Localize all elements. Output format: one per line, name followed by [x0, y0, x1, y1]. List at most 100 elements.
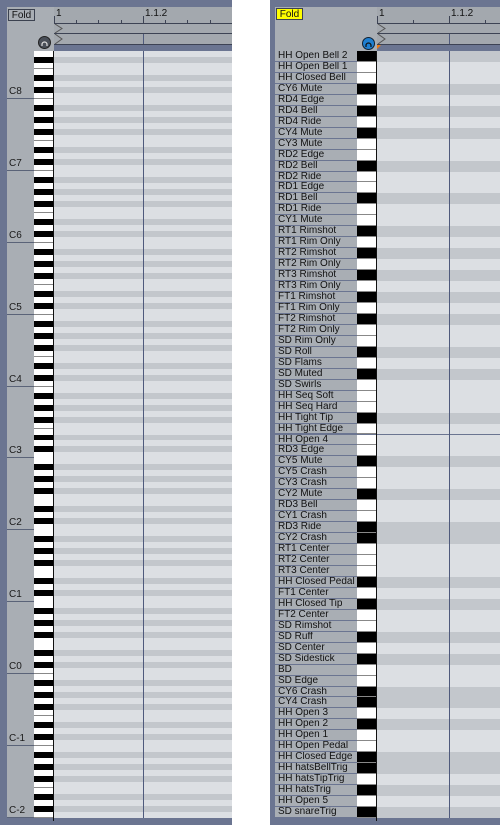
drum-name-label[interactable]: HH Closed Pedal	[275, 576, 357, 588]
note-lane[interactable]	[377, 379, 500, 391]
note-lane[interactable]	[377, 533, 500, 545]
note-lane[interactable]	[377, 511, 500, 523]
note-lane[interactable]	[377, 478, 500, 490]
piano-key-black[interactable]	[357, 368, 376, 380]
note-lane[interactable]	[377, 522, 500, 534]
drum-name-label[interactable]: CY2 Mute	[275, 489, 357, 501]
piano-key-white[interactable]	[357, 259, 376, 271]
piano-key-black[interactable]	[357, 653, 376, 665]
note-lane[interactable]	[377, 489, 500, 501]
note-lane[interactable]	[377, 215, 500, 227]
note-lane[interactable]	[377, 752, 500, 764]
loop-brace-row[interactable]	[377, 24, 500, 34]
drum-name-label[interactable]: RT3 Rimshot	[275, 270, 357, 282]
note-lane[interactable]	[377, 237, 500, 249]
piano-key-black[interactable]	[357, 686, 376, 698]
drum-name-label[interactable]: CY3 Crash	[275, 478, 357, 490]
note-lane[interactable]	[377, 807, 500, 818]
note-lane[interactable]	[377, 708, 500, 720]
note-lane[interactable]	[377, 730, 500, 742]
piano-key-white[interactable]	[357, 741, 376, 753]
drum-name-label[interactable]: RD4 Bell	[275, 105, 357, 117]
loop-brace-row[interactable]	[54, 24, 232, 34]
note-lane[interactable]	[377, 653, 500, 665]
note-lane[interactable]	[377, 675, 500, 687]
note-lane[interactable]	[377, 160, 500, 172]
piano-key-white[interactable]	[357, 467, 376, 479]
note-lane[interactable]	[377, 609, 500, 621]
drum-name-label[interactable]: BD	[275, 664, 357, 676]
drum-name-label[interactable]: HH Open 5	[275, 796, 357, 808]
note-lane[interactable]	[377, 51, 500, 62]
drum-name-label[interactable]: FT1 Rimshot	[275, 292, 357, 303]
piano-key-white[interactable]	[357, 478, 376, 490]
note-lane[interactable]	[377, 127, 500, 139]
drum-name-label[interactable]: SD Sidestick	[275, 653, 357, 665]
drum-name-label[interactable]: HH Open 4	[275, 434, 357, 446]
piano-key-black[interactable]	[357, 807, 376, 818]
piano-key-white[interactable]	[357, 544, 376, 556]
drum-name-label[interactable]: FT2 Rimshot	[275, 313, 357, 325]
note-lane[interactable]	[377, 642, 500, 654]
piano-key-white[interactable]	[357, 303, 376, 314]
note-lane[interactable]	[377, 500, 500, 512]
piano-key-black[interactable]	[357, 719, 376, 731]
piano-key-white[interactable]	[357, 237, 376, 249]
note-lane[interactable]	[377, 544, 500, 556]
piano-key-black[interactable]	[357, 127, 376, 139]
drum-name-label[interactable]: RD2 Bell	[275, 160, 357, 172]
piano-key-white[interactable]	[357, 565, 376, 577]
note-lane[interactable]	[377, 763, 500, 775]
note-lane[interactable]	[377, 467, 500, 479]
note-lane[interactable]	[377, 697, 500, 709]
drum-name-label[interactable]: RT3 Rim Only	[275, 281, 357, 293]
piano-key-black[interactable]	[357, 248, 376, 260]
drum-name-label[interactable]: HH Open 3	[275, 708, 357, 720]
start-marker-row[interactable]	[54, 34, 232, 45]
drum-name-label[interactable]: RD2 Ride	[275, 171, 357, 183]
drum-name-label[interactable]: HH hatsTipTrig	[275, 774, 357, 786]
drum-name-label[interactable]: HH Seq Hard	[275, 401, 357, 413]
drum-name-label[interactable]: SD Muted	[275, 368, 357, 380]
drum-name-label[interactable]: FT1 Center	[275, 587, 357, 599]
drum-name-label[interactable]: HH Tight Tip	[275, 412, 357, 424]
drum-name-label[interactable]: CY1 Crash	[275, 511, 357, 523]
piano-key-black[interactable]	[357, 631, 376, 643]
piano-key-white[interactable]	[357, 390, 376, 402]
note-lane[interactable]	[377, 226, 500, 238]
drum-name-label[interactable]: RD1 Edge	[275, 182, 357, 194]
drum-name-label[interactable]: RT1 Rimshot	[275, 226, 357, 238]
piano-key-black[interactable]	[357, 160, 376, 172]
note-lane[interactable]	[377, 620, 500, 632]
note-lane[interactable]	[377, 774, 500, 786]
piano-key-black[interactable]	[357, 489, 376, 501]
piano-key-black[interactable]	[357, 193, 376, 205]
piano-key-white[interactable]	[357, 94, 376, 106]
drum-name-label[interactable]: FT2 Center	[275, 609, 357, 621]
piano-key-white[interactable]	[357, 72, 376, 84]
drum-name-label[interactable]: HH Open Bell 2	[275, 51, 357, 62]
piano-key-black[interactable]	[357, 522, 376, 534]
note-lane[interactable]	[377, 105, 500, 117]
note-lane[interactable]	[377, 248, 500, 260]
drum-name-label[interactable]: SD Edge	[275, 675, 357, 687]
drum-name-label[interactable]: RT2 Rimshot	[275, 248, 357, 260]
piano-key-black[interactable]	[357, 83, 376, 95]
note-lane[interactable]	[377, 587, 500, 599]
piano-key-white[interactable]	[357, 357, 376, 369]
piano-key-black[interactable]	[357, 576, 376, 588]
piano-key-white[interactable]	[357, 730, 376, 742]
note-lane[interactable]	[377, 324, 500, 336]
drum-name-label[interactable]: RD4 Edge	[275, 94, 357, 106]
piano-key-white[interactable]	[357, 182, 376, 194]
piano-key-white[interactable]	[357, 708, 376, 720]
piano-key-black[interactable]	[357, 346, 376, 358]
note-lane[interactable]	[377, 686, 500, 698]
piano-key-white[interactable]	[357, 555, 376, 566]
piano-key-white[interactable]	[357, 500, 376, 512]
piano-key-black[interactable]	[357, 105, 376, 117]
note-lane[interactable]	[377, 259, 500, 271]
drum-name-label[interactable]: RD4 Ride	[275, 116, 357, 128]
drum-name-label[interactable]: RD2 Edge	[275, 149, 357, 161]
note-lane[interactable]	[377, 445, 500, 457]
